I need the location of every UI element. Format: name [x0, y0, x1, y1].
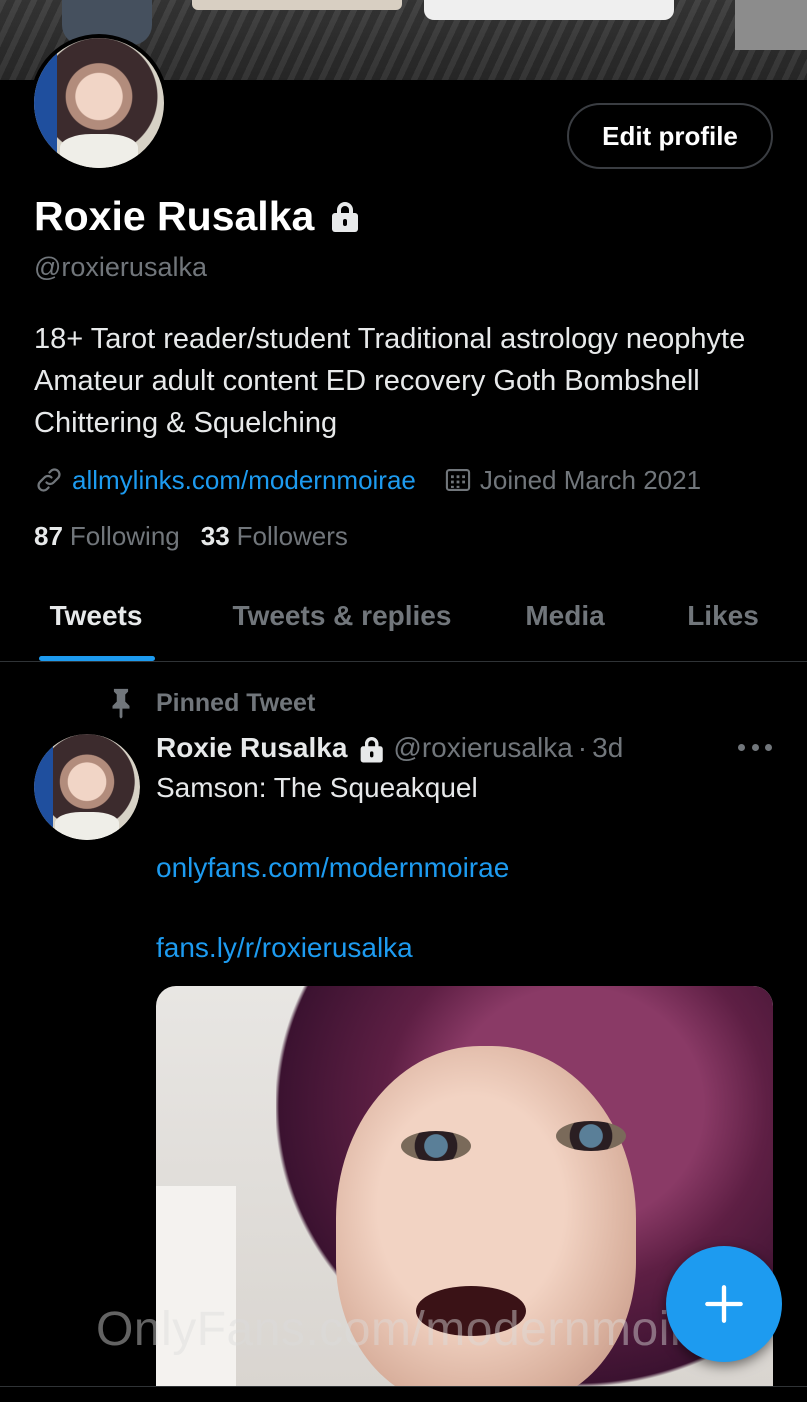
edit-profile-button[interactable]: Edit profile — [567, 103, 773, 169]
banner-object-box — [735, 0, 807, 50]
tab-likes[interactable]: Likes — [680, 570, 766, 662]
tweet-meta-separator: · — [577, 732, 588, 763]
profile-display-name: Roxie Rusalka — [34, 193, 315, 239]
following-label: Following — [69, 521, 180, 551]
compose-tweet-button[interactable] — [666, 1246, 782, 1362]
pin-icon — [112, 688, 130, 719]
profile-website-link[interactable]: allmylinks.com/modernmoirae — [72, 465, 416, 496]
profile-bio: 18+ Tarot reader/student Traditional ast… — [34, 323, 746, 439]
calendar-icon — [445, 469, 471, 491]
link-icon — [37, 468, 61, 492]
media-eye — [556, 1121, 626, 1151]
followers-label: Followers — [236, 521, 348, 551]
tab-tweets-replies[interactable]: Tweets & replies — [220, 570, 464, 662]
more-icon[interactable] — [738, 740, 772, 754]
tab-media[interactable]: Media — [515, 570, 615, 662]
plus-icon — [705, 1285, 743, 1323]
profile-meta: allmylinks.com/modernmoirae Joined March… — [34, 462, 701, 498]
profile-handle: @roxierusalka — [34, 252, 207, 282]
tweet-link-fansly[interactable]: fans.ly/r/roxierusalka — [156, 932, 413, 964]
followers-count: 33 — [200, 521, 230, 551]
pinned-tweet-label: Pinned Tweet — [156, 688, 316, 717]
tweet-timestamp[interactable]: 3d — [592, 732, 623, 764]
tweet-author-avatar[interactable] — [34, 734, 140, 840]
banner-object-card — [192, 0, 402, 10]
profile-joined-date: Joined March 2021 — [479, 464, 702, 495]
follow-stats: 87 Following 33 Followers — [34, 521, 369, 552]
lock-icon — [330, 201, 360, 232]
bottom-bar — [0, 1386, 807, 1402]
avatar-image — [34, 734, 140, 840]
following-link[interactable]: 87 Following — [34, 521, 180, 552]
profile-name-row: Roxie Rusalka — [34, 193, 360, 240]
tweet-header: Roxie Rusalka @roxierusalka · 3d — [156, 730, 623, 766]
following-count: 87 — [34, 521, 63, 551]
profile-tabs: Tweets Tweets & replies Media Likes — [0, 570, 807, 662]
tweet-link-onlyfans[interactable]: onlyfans.com/modernmoirae — [156, 852, 509, 884]
avatar-image — [34, 38, 164, 168]
pinned-tweet-label-row: Pinned Tweet — [104, 686, 315, 720]
tweet-text: Samson: The Squeakquel — [156, 772, 478, 803]
watermark-text: OnlyFans.com/modernmoirae — [96, 1303, 741, 1356]
tab-tweets[interactable]: Tweets — [40, 570, 152, 662]
banner-object-card — [424, 0, 674, 20]
media-eye — [401, 1131, 471, 1161]
tweet-author-handle[interactable]: @roxierusalka — [393, 732, 572, 764]
profile-avatar[interactable] — [30, 34, 168, 172]
active-tab-indicator — [39, 656, 155, 661]
tweet-author-name[interactable]: Roxie Rusalka — [156, 732, 347, 764]
followers-link[interactable]: 33 Followers — [201, 521, 348, 552]
lock-icon — [359, 736, 384, 763]
